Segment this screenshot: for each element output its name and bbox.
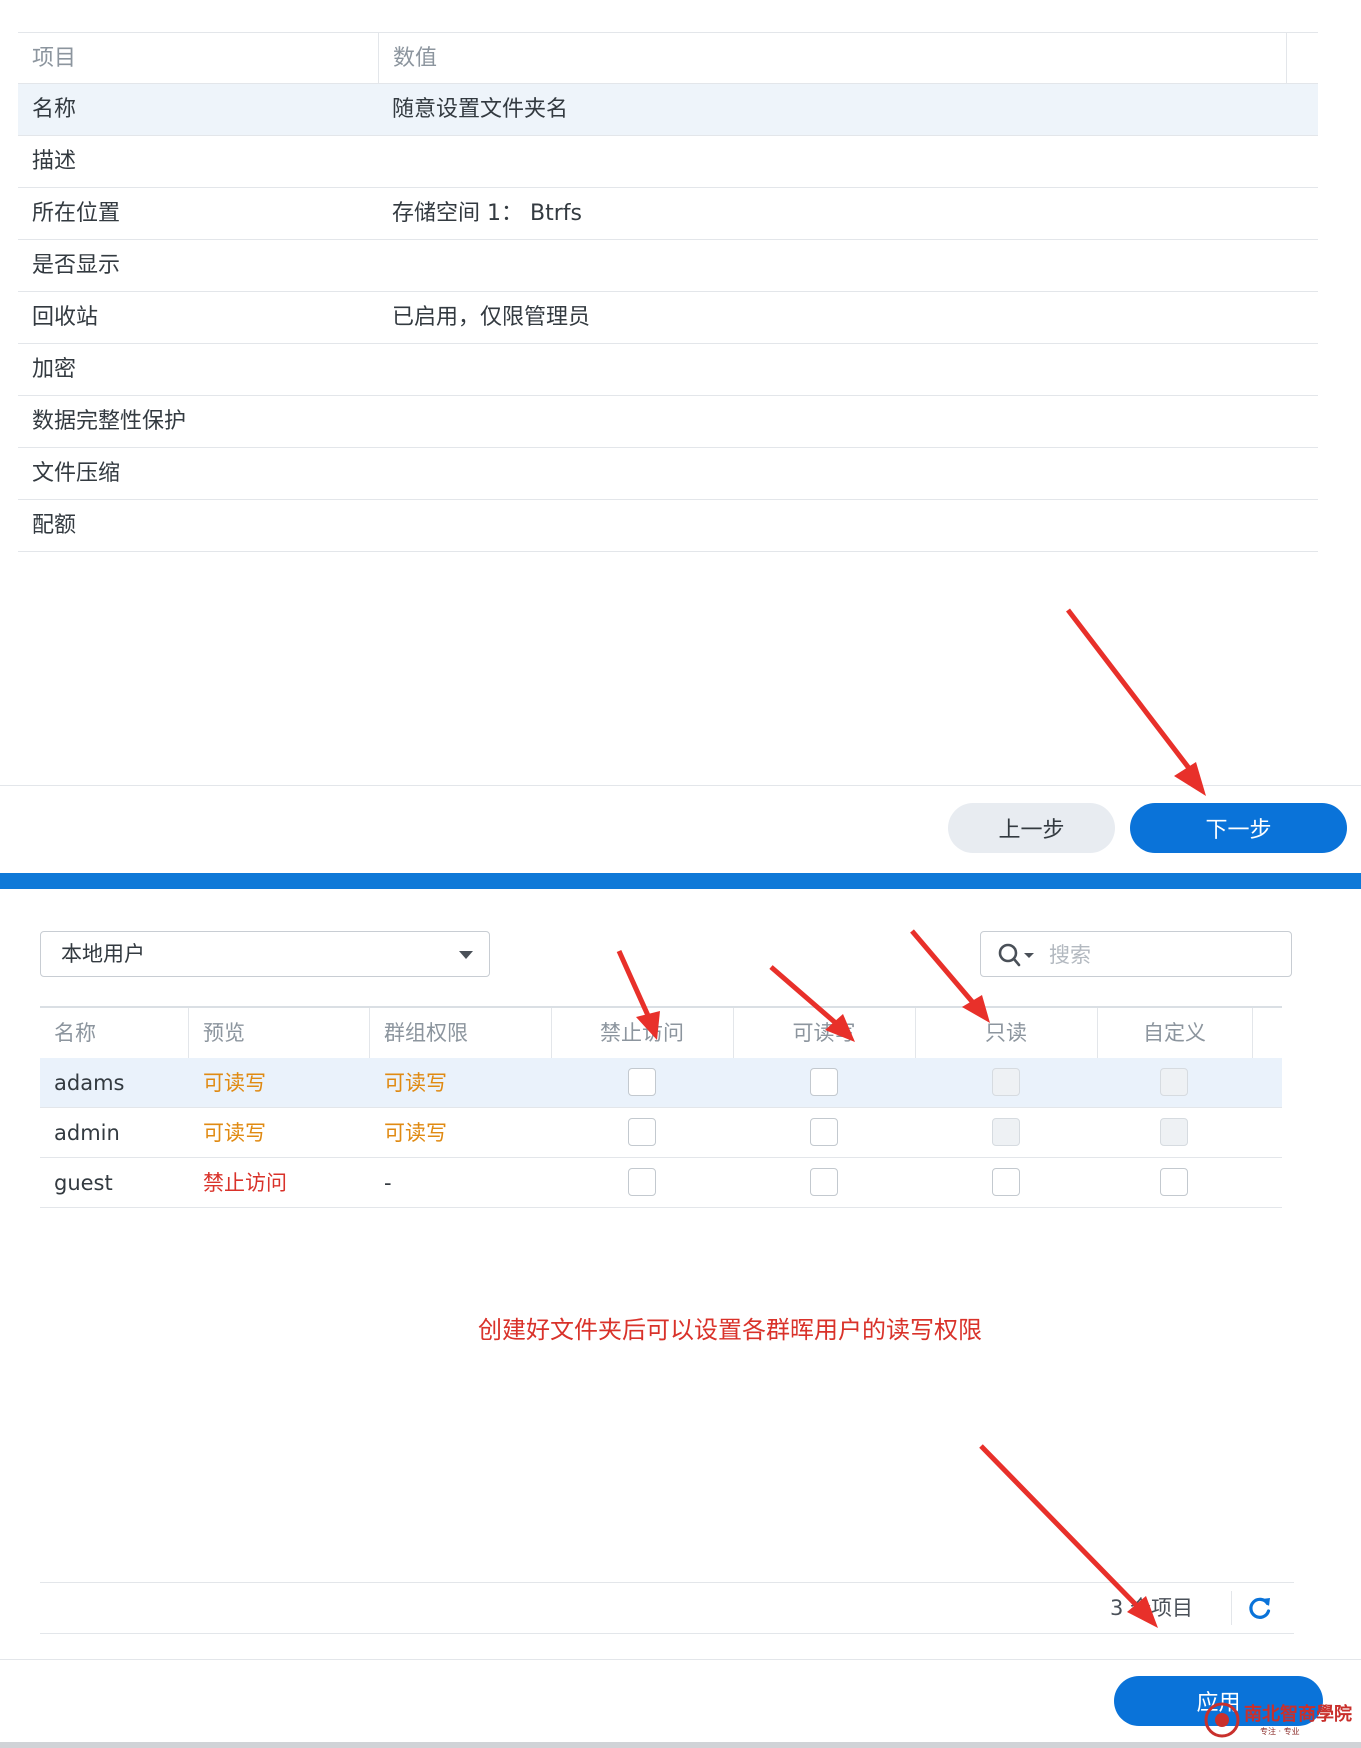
summary-row[interactable]: 是否显示 — [18, 240, 1318, 292]
summary-item-label: 配额 — [32, 513, 77, 538]
group-permission: - — [384, 1171, 392, 1195]
no-access-checkbox[interactable] — [628, 1118, 656, 1146]
watermark-seal-icon — [1204, 1702, 1240, 1738]
table-row[interactable]: guest 禁止访问 - — [40, 1158, 1282, 1208]
grid-footer-top-border — [40, 1582, 1294, 1583]
summary-item-label: 是否显示 — [32, 253, 121, 278]
permissions-header-row: 名称 预览 群组权限 禁止访问 可读写 只读 自定义 — [40, 1006, 1282, 1058]
search-input[interactable] — [1047, 938, 1281, 972]
summary-item-value — [378, 448, 392, 500]
summary-row[interactable]: 描述 — [18, 136, 1318, 188]
summary-table: 项目 数值 名称 随意设置文件夹名 描述 所在位置 存储空间 1： Btrfs … — [18, 32, 1318, 552]
no-access-checkbox[interactable] — [628, 1068, 656, 1096]
section-separator-band — [0, 873, 1361, 889]
user-name: guest — [54, 1171, 113, 1195]
column-header-name: 名称 — [54, 1021, 96, 1045]
group-permission: 可读写 — [384, 1121, 447, 1145]
preview-permission: 可读写 — [203, 1071, 266, 1095]
watermark-subtext: 专注 · 专业 — [1260, 1727, 1300, 1736]
group-permission: 可读写 — [384, 1071, 447, 1095]
column-divider — [188, 1008, 189, 1058]
summary-item-label: 描述 — [32, 149, 77, 174]
next-step-button[interactable]: 下一步 — [1130, 803, 1347, 853]
column-header-read-only: 只读 — [985, 1021, 1027, 1045]
user-type-value: 本地用户 — [61, 942, 145, 966]
column-header-read-write: 可读写 — [792, 1021, 856, 1045]
summary-item-value — [378, 500, 392, 552]
watermark-text: 南北智商學院 — [1244, 1704, 1352, 1725]
previous-step-button[interactable]: 上一步 — [948, 803, 1115, 853]
dialog-footer-divider — [0, 1659, 1361, 1660]
read-only-checkbox[interactable] — [992, 1168, 1020, 1196]
footer-divider — [1231, 1591, 1232, 1625]
summary-row[interactable]: 所在位置 存储空间 1： Btrfs — [18, 188, 1318, 240]
chevron-down-icon — [459, 951, 473, 959]
column-header-divider — [1286, 33, 1287, 85]
summary-item-value: 已启用，仅限管理员 — [392, 305, 591, 330]
custom-checkbox[interactable] — [1160, 1118, 1188, 1146]
summary-item-value — [378, 344, 392, 396]
summary-row[interactable]: 配额 — [18, 500, 1318, 552]
summary-row[interactable]: 回收站 已启用，仅限管理员 — [18, 292, 1318, 344]
column-header-custom: 自定义 — [1143, 1021, 1206, 1045]
read-only-checkbox[interactable] — [992, 1118, 1020, 1146]
custom-checkbox[interactable] — [1160, 1068, 1188, 1096]
preview-permission: 禁止访问 — [203, 1171, 287, 1195]
summary-item-label: 名称 — [32, 97, 77, 122]
summary-item-label: 文件压缩 — [32, 461, 121, 486]
summary-row[interactable]: 文件压缩 — [18, 448, 1318, 500]
custom-checkbox[interactable] — [1160, 1168, 1188, 1196]
read-only-checkbox[interactable] — [992, 1068, 1020, 1096]
summary-item-value — [378, 136, 392, 188]
read-write-checkbox[interactable] — [810, 1068, 838, 1096]
grid-footer-bottom-border — [40, 1633, 1294, 1634]
column-header-no-access: 禁止访问 — [600, 1021, 684, 1045]
refresh-icon[interactable] — [1246, 1594, 1274, 1622]
user-name: admin — [54, 1121, 120, 1145]
user-name: adams — [54, 1071, 125, 1095]
summary-row[interactable]: 加密 — [18, 344, 1318, 396]
column-header-value: 数值 — [378, 33, 437, 85]
window-bottom-edge — [0, 1742, 1361, 1748]
summary-item-label: 所在位置 — [32, 201, 121, 226]
summary-item-value: 随意设置文件夹名 — [392, 97, 569, 122]
item-count: 3 个项目 — [1110, 1596, 1194, 1620]
summary-item-value — [378, 240, 392, 292]
column-divider — [1252, 1008, 1253, 1058]
summary-item-label: 回收站 — [32, 305, 99, 330]
preview-permission: 可读写 — [203, 1121, 266, 1145]
search-icon[interactable] — [997, 942, 1037, 968]
no-access-checkbox[interactable] — [628, 1168, 656, 1196]
read-write-checkbox[interactable] — [810, 1118, 838, 1146]
summary-item-value: 存储空间 1： Btrfs — [392, 201, 582, 226]
table-row[interactable]: admin 可读写 可读写 — [40, 1108, 1282, 1158]
summary-row[interactable]: 名称 随意设置文件夹名 — [18, 84, 1318, 136]
table-row[interactable]: adams 可读写 可读写 — [40, 1058, 1282, 1108]
summary-row[interactable]: 数据完整性保护 — [18, 396, 1318, 448]
column-divider — [369, 1008, 370, 1058]
arrow-to-next-button — [1066, 608, 1206, 796]
summary-item-label: 数据完整性保护 — [32, 409, 187, 434]
search-box[interactable] — [980, 931, 1292, 977]
column-header-group-permission: 群组权限 — [384, 1021, 468, 1045]
read-write-checkbox[interactable] — [810, 1168, 838, 1196]
summary-header-row: 项目 数值 — [18, 32, 1318, 85]
wizard-footer-divider — [0, 785, 1361, 786]
column-header-item: 项目 — [32, 46, 77, 71]
user-type-dropdown[interactable]: 本地用户 — [40, 931, 490, 977]
column-header-preview: 预览 — [203, 1021, 245, 1045]
summary-item-value — [378, 396, 392, 448]
summary-item-label: 加密 — [32, 357, 77, 382]
watermark-logo: 南北智商學院 专注 · 专业 — [1202, 1696, 1360, 1744]
annotation-text: 创建好文件夹后可以设置各群晖用户的读写权限 — [478, 1316, 982, 1344]
